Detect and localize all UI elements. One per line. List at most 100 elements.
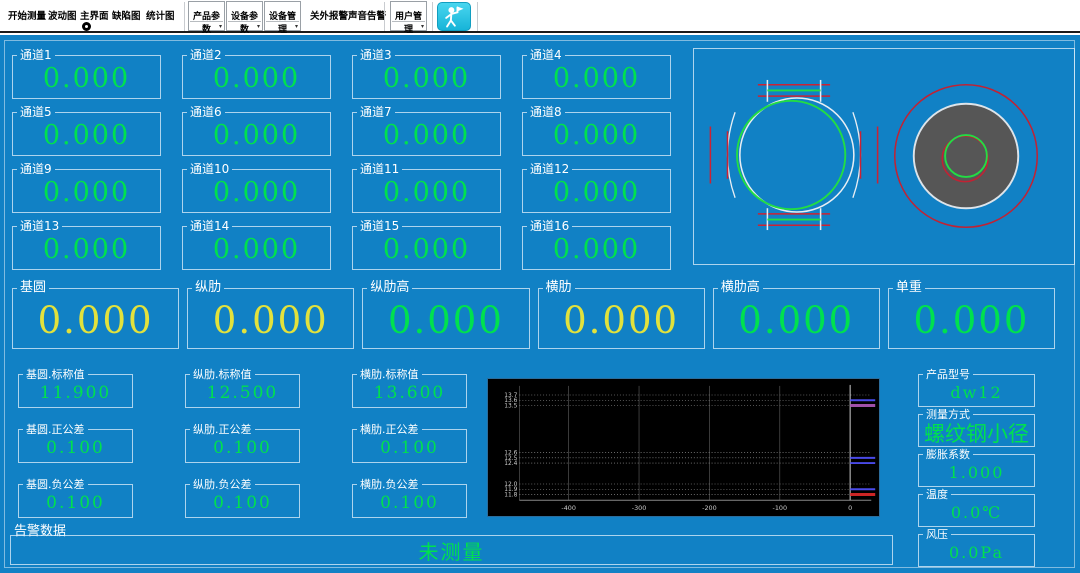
channel-box-3: 通道30.000 [352, 55, 501, 99]
channel-box-5: 通道50.000 [12, 112, 161, 156]
channel-value: 0.000 [213, 234, 300, 265]
run-button[interactable] [437, 2, 471, 31]
divider [190, 21, 223, 22]
param-label: 纵肋.标称值 [190, 368, 255, 382]
param-value: 13.600 [374, 383, 445, 403]
channel-box-11: 通道110.000 [352, 169, 501, 213]
channel-label: 通道15 [357, 219, 402, 233]
channel-box-12: 通道120.000 [522, 169, 671, 213]
param-label: 横肋.正公差 [357, 423, 422, 437]
toolbar-item-defect-chart[interactable]: 缺陷图 [112, 8, 141, 22]
toolbar-item-user-manage[interactable]: 用户管理 ▾ [390, 1, 427, 31]
channel-box-6: 通道60.000 [182, 112, 331, 156]
dropdown-arrow-icon[interactable]: ▾ [421, 23, 424, 30]
channel-value: 0.000 [43, 63, 130, 94]
measure-value: 0.000 [738, 299, 854, 342]
channel-box-4: 通道40.000 [522, 55, 671, 99]
channel-box-15: 通道150.000 [352, 226, 501, 270]
toolbar-item-external-alarm[interactable]: 关外报警 [310, 8, 348, 22]
param-box: 纵肋.标称值12.500 [185, 374, 300, 408]
toolbar-item-product-params[interactable]: 产品参数 ▾ [188, 1, 225, 31]
toolbar-item-label: 产品参数 [193, 12, 220, 35]
info-label: 产品型号 [923, 368, 973, 382]
measure-box-long-rib: 纵肋0.000 [187, 288, 354, 349]
divider [228, 21, 261, 22]
svg-text:-200: -200 [702, 504, 717, 512]
svg-text:11.8: 11.8 [504, 492, 517, 498]
rebar-profile-diagram [699, 60, 889, 250]
channel-label: 通道12 [527, 162, 572, 176]
channel-box-10: 通道100.000 [182, 169, 331, 213]
section-view-panel [693, 48, 1075, 265]
param-label: 横肋.负公差 [357, 478, 422, 492]
channel-label: 通道6 [187, 105, 225, 119]
dropdown-arrow-icon[interactable]: ▾ [257, 23, 260, 30]
measure-value: 0.000 [213, 299, 329, 342]
info-value: dw12 [950, 383, 1002, 402]
dropdown-arrow-icon[interactable]: ▾ [295, 23, 298, 30]
measure-label: 纵肋高 [367, 281, 412, 295]
param-label: 纵肋.负公差 [190, 478, 255, 492]
measure-value: 0.000 [38, 299, 154, 342]
param-label: 基圆.正公差 [23, 423, 88, 437]
divider [266, 21, 299, 22]
info-value: 0.0℃ [951, 503, 1002, 522]
toolbar-separator [184, 2, 185, 31]
toolbar-item-sound-alarm[interactable]: 声音告警 [348, 8, 386, 22]
param-value: 0.100 [380, 438, 439, 458]
info-label: 膨胀系数 [923, 448, 973, 462]
toolbar-item-main-view[interactable]: 主界面 [80, 8, 109, 22]
rebar-end-view-diagram [871, 61, 1061, 251]
measurement-row: 基圆0.000 纵肋0.000 纵肋高0.000 横肋0.000 横肋高0.00… [12, 288, 1055, 349]
param-value: 0.100 [380, 493, 439, 513]
main-panel: 通道10.000 通道20.000 通道30.000 通道40.000 通道50… [0, 35, 1080, 573]
info-value: 螺纹钢小径 [924, 418, 1029, 448]
channel-label: 通道8 [527, 105, 565, 119]
measure-label: 单重 [893, 281, 925, 295]
channel-value: 0.000 [43, 234, 130, 265]
alarm-data-box: 未测量 [10, 535, 893, 565]
channel-label: 通道1 [17, 48, 55, 62]
toolbar-item-wave-chart[interactable]: 波动图 [48, 8, 77, 22]
channel-label: 通道16 [527, 219, 572, 233]
channel-grid: 通道10.000 通道20.000 通道30.000 通道40.000 通道50… [12, 55, 671, 270]
dropdown-arrow-icon[interactable]: ▾ [219, 23, 222, 30]
measure-mode-box: 测量方式螺纹钢小径 [918, 414, 1035, 447]
measure-box-cross-rib-height: 横肋高0.000 [713, 288, 880, 349]
param-box: 纵肋.负公差0.100 [185, 484, 300, 518]
toolbar-item-start-measure[interactable]: 开始测量 [8, 8, 46, 22]
toolbar-item-device-params[interactable]: 设备参数 ▾ [226, 1, 263, 31]
measure-box-unit-weight: 单重0.000 [888, 288, 1055, 349]
channel-label: 通道13 [17, 219, 62, 233]
toolbar-item-device-manage[interactable]: 设备管理 ▾ [264, 1, 301, 31]
channel-value: 0.000 [383, 177, 470, 208]
channel-box-16: 通道160.000 [522, 226, 671, 270]
info-label: 风压 [923, 528, 951, 542]
channel-box-2: 通道20.000 [182, 55, 331, 99]
measure-status-text: 未测量 [419, 536, 485, 565]
param-box: 横肋.正公差0.100 [352, 429, 467, 463]
person-with-flag-icon [439, 4, 469, 30]
param-box: 横肋.标称值13.600 [352, 374, 467, 408]
svg-text:0: 0 [848, 504, 852, 512]
measure-value: 0.000 [913, 299, 1029, 342]
channel-label: 通道11 [357, 162, 402, 176]
param-box: 基圆.标称值11.900 [18, 374, 133, 408]
svg-text:-100: -100 [773, 504, 788, 512]
parameter-grid: 基圆.标称值11.900 纵肋.标称值12.500 横肋.标称值13.600 基… [18, 374, 467, 518]
toolbar-item-label: 设备参数 [231, 12, 258, 35]
air-pressure-box: 风压0.0Pa [918, 534, 1035, 567]
channel-box-1: 通道10.000 [12, 55, 161, 99]
measure-label: 横肋 [543, 281, 575, 295]
channel-box-14: 通道140.000 [182, 226, 331, 270]
product-info-column: 产品型号dw12 测量方式螺纹钢小径 膨胀系数1.000 温度0.0℃ 风压0.… [918, 374, 1035, 567]
channel-value: 0.000 [213, 63, 300, 94]
toolbar-item-stats-chart[interactable]: 统计图 [146, 8, 175, 22]
channel-label: 通道3 [357, 48, 395, 62]
channel-label: 通道10 [187, 162, 232, 176]
trend-chart: -400-300-200-100013.713.613.512.612.512.… [487, 378, 880, 517]
channel-value: 0.000 [43, 120, 130, 151]
info-label: 测量方式 [923, 408, 973, 422]
toolbar-separator [477, 2, 478, 31]
channel-value: 0.000 [553, 120, 640, 151]
